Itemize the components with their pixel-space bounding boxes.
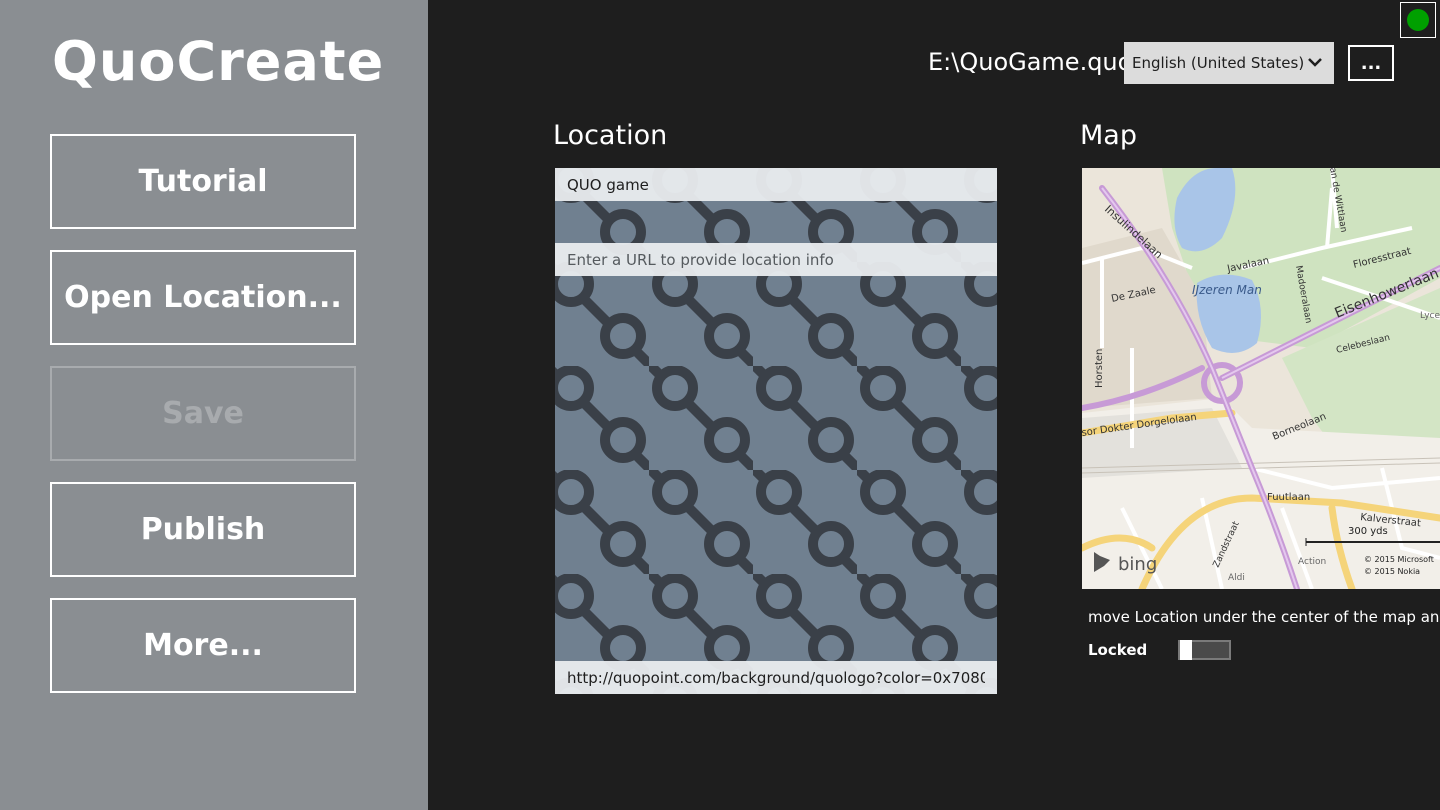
map-label: IJzeren Man: [1192, 283, 1262, 297]
map-label: Horsten: [1094, 349, 1105, 388]
map-view[interactable]: Insulindelaan Javalaan Floresstraat IJze…: [1082, 168, 1440, 589]
save-button: Save: [50, 366, 356, 461]
map-hint-text: move Location under the center of the ma…: [1088, 608, 1440, 626]
locked-toggle[interactable]: [1178, 640, 1231, 660]
file-path: E:\QuoGame.quo: [928, 48, 1133, 76]
bing-label: bing: [1118, 554, 1157, 575]
location-name-input[interactable]: [555, 168, 997, 201]
chevron-down-icon: [1308, 58, 1322, 67]
main-area: E:\QuoGame.quo English (United States) .…: [428, 0, 1440, 810]
options-button[interactable]: ...: [1348, 45, 1394, 81]
app-title: QuoCreate: [52, 30, 385, 93]
sidebar: QuoCreate Tutorial Open Location... Save…: [0, 0, 428, 810]
location-panel: [555, 168, 997, 694]
status-dot-icon: [1407, 9, 1429, 31]
map-label: Lyce: [1420, 311, 1440, 321]
map-title: Map: [1080, 120, 1137, 151]
map-label: Aldi: [1228, 573, 1245, 583]
tutorial-button[interactable]: Tutorial: [50, 134, 356, 229]
language-select[interactable]: English (United States): [1124, 42, 1334, 84]
open-location-button[interactable]: Open Location...: [50, 250, 356, 345]
map-canvas: Insulindelaan Javalaan Floresstraat IJze…: [1082, 168, 1440, 589]
publish-button[interactable]: Publish: [50, 482, 356, 577]
scale-label: 300 yds: [1348, 526, 1388, 537]
locked-label: Locked: [1088, 641, 1148, 659]
location-title: Location: [553, 120, 668, 151]
toggle-knob: [1180, 640, 1192, 660]
status-indicator: [1400, 2, 1436, 38]
map-label: Fuutlaan: [1267, 492, 1310, 503]
more-button[interactable]: More...: [50, 598, 356, 693]
copyright-label: © 2015 Microsoft: [1364, 555, 1434, 564]
location-url-input[interactable]: [555, 243, 997, 276]
language-value: English (United States): [1132, 54, 1305, 72]
map-label: Action: [1298, 557, 1326, 567]
background-url-input[interactable]: [555, 661, 997, 694]
copyright-label: © 2015 Nokia: [1364, 567, 1420, 576]
